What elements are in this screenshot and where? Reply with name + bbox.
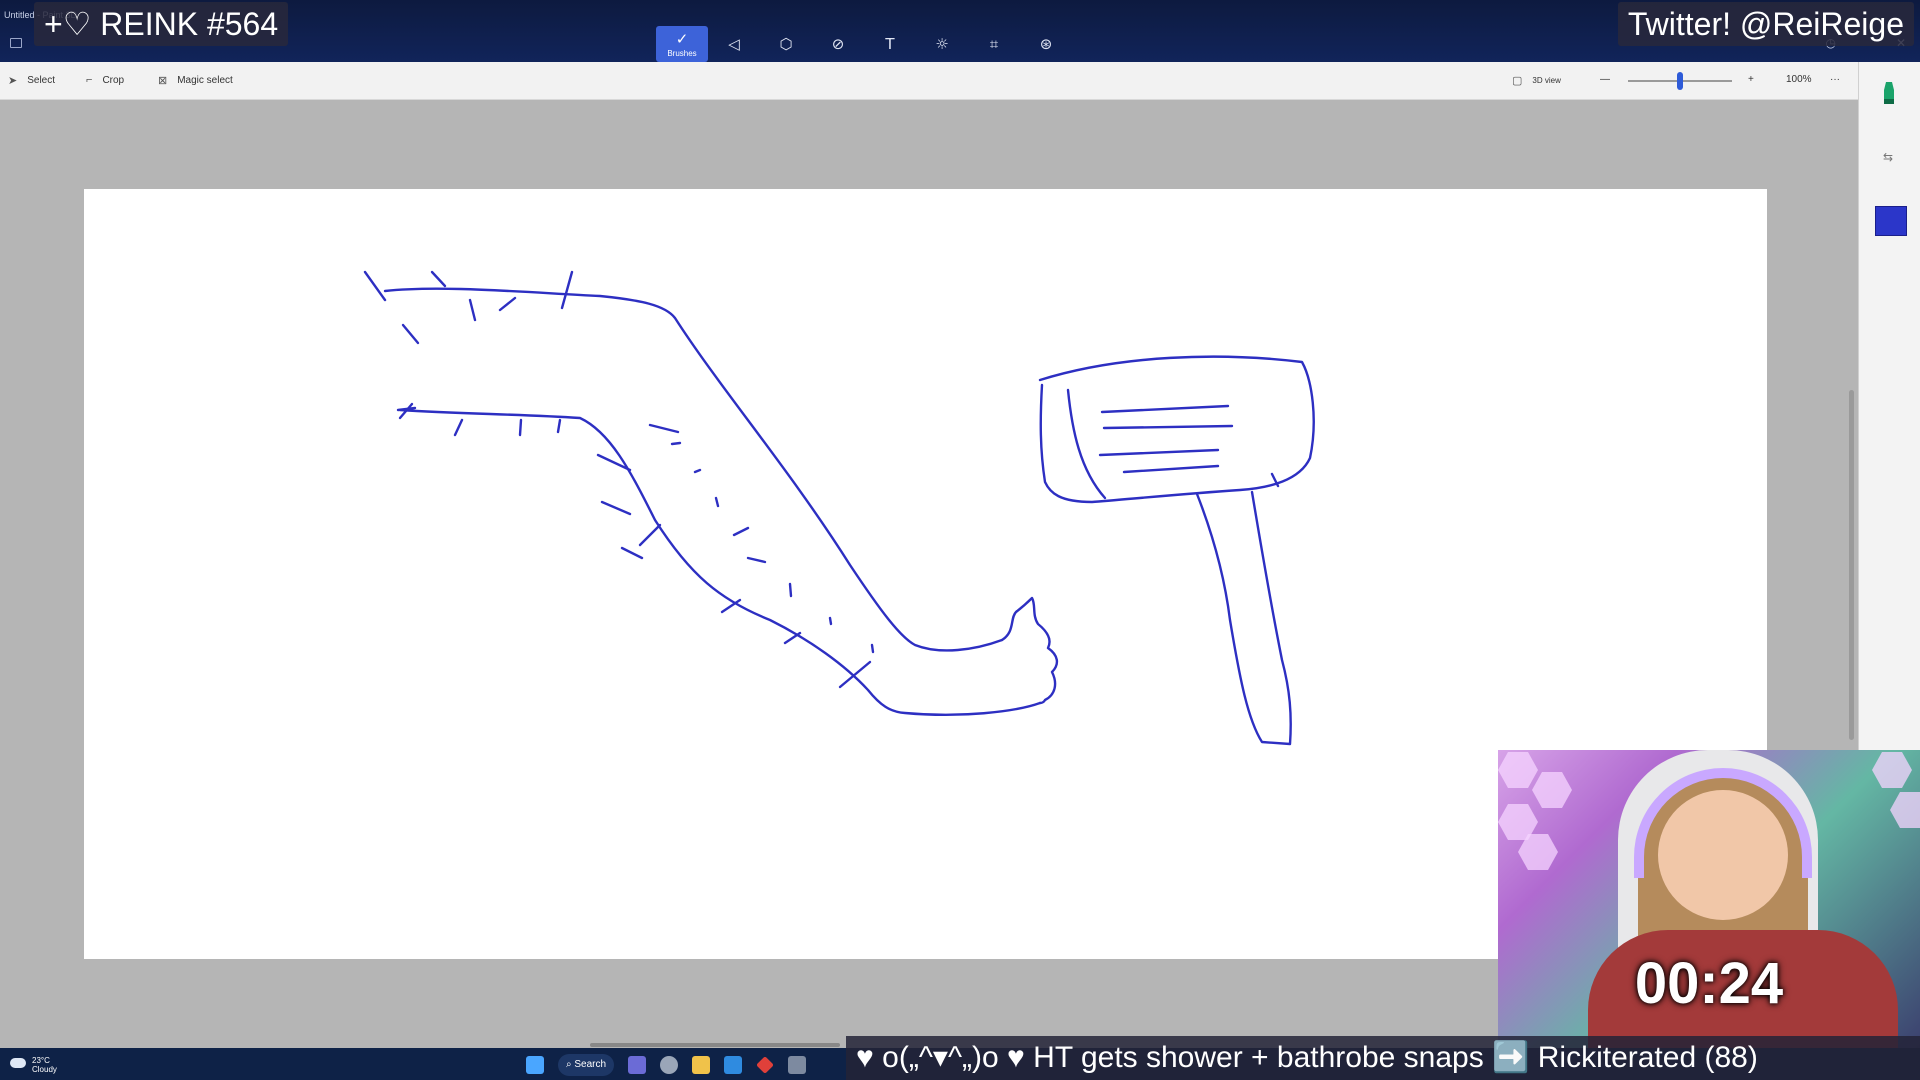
chat-icon[interactable]: [628, 1056, 647, 1074]
store-icon[interactable]: [724, 1056, 743, 1074]
windows-start-icon[interactable]: [526, 1056, 544, 1074]
temperature: 23°C: [32, 1056, 50, 1065]
settings-icon[interactable]: [660, 1056, 679, 1074]
screen: Untitled - Paint 3D ✓ Brushes ◁ ⬡ ⊘ T ☼ …: [0, 0, 1920, 1080]
leg-outline-bottom: [398, 408, 1042, 717]
chat-ticker-overlay: ♥ o(„^▾^„)o ♥ HT gets shower + bathrobe …: [846, 1036, 1920, 1080]
leg-outline-top: [383, 287, 1004, 652]
horizontal-scrollbar[interactable]: [590, 1043, 840, 1047]
shaver-handle: [1195, 490, 1292, 746]
taskbar-search[interactable]: ⌕ Search: [558, 1054, 615, 1076]
camera-icon[interactable]: [788, 1056, 807, 1074]
weather-widget[interactable]: 23°C Cloudy: [10, 1056, 57, 1074]
taskbar-icons: ⌕ Search: [526, 1054, 807, 1076]
shaver-head: [1038, 355, 1315, 504]
foot: [1000, 596, 1059, 705]
weather-condition: Cloudy: [32, 1065, 57, 1074]
stream-timer: 00:24: [1634, 951, 1784, 1016]
file-explorer-icon[interactable]: [692, 1056, 711, 1074]
search-label: Search: [574, 1059, 607, 1070]
cloud-icon: [10, 1058, 26, 1068]
app-icon[interactable]: [756, 1056, 774, 1074]
